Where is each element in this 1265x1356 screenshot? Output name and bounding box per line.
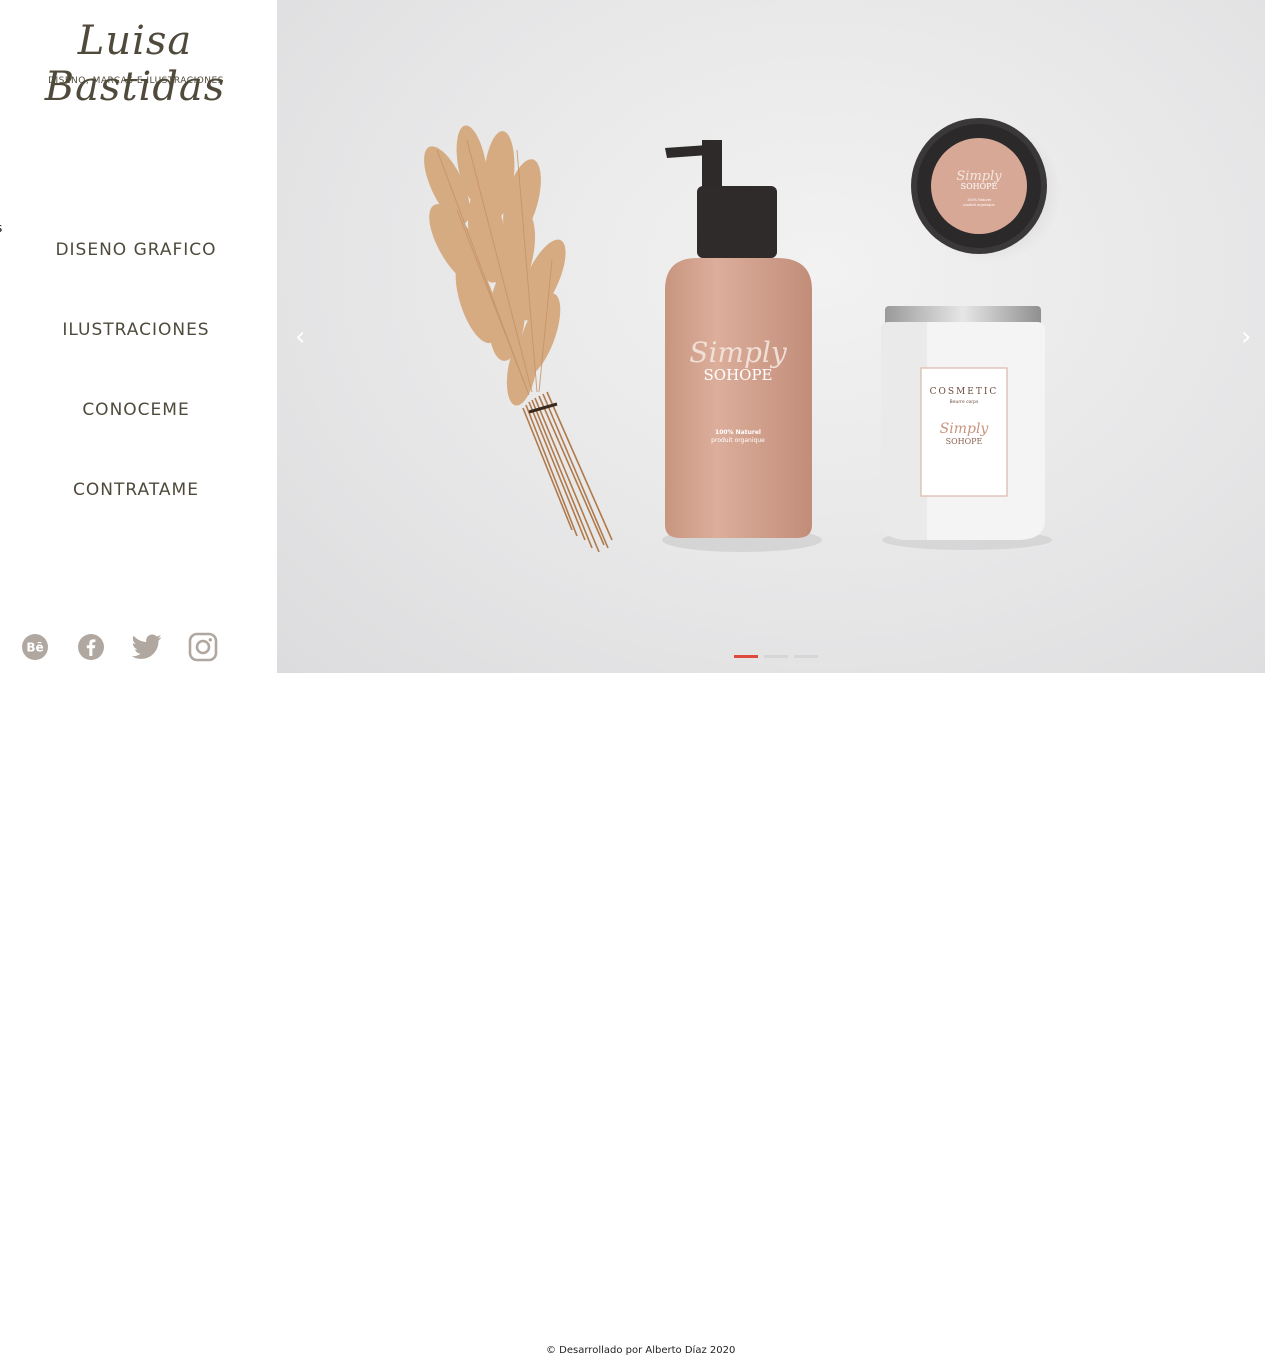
nav-conoceme[interactable]: CONOCEME bbox=[0, 400, 272, 420]
white-jar-brand-name: SOHOPE bbox=[946, 437, 983, 446]
nav-ilustraciones[interactable]: ILUSTRACIONES bbox=[0, 320, 272, 340]
twitter-icon bbox=[132, 634, 162, 659]
bottle-brand-name: SOHOPE bbox=[704, 366, 773, 384]
carousel-indicator-1[interactable] bbox=[734, 655, 758, 658]
behance-icon-text: Bē bbox=[26, 641, 43, 655]
behance-icon: Bē bbox=[22, 634, 48, 660]
carousel-indicator-2[interactable] bbox=[764, 655, 788, 658]
round-jar: Simply SOHOPE 100% Naturel produit organ… bbox=[911, 118, 1061, 264]
facebook-link[interactable] bbox=[76, 632, 106, 662]
carousel-indicator-3[interactable] bbox=[794, 655, 818, 658]
behance-link[interactable]: Bē bbox=[20, 632, 50, 662]
image-carousel[interactable]: Simply SOHOPE 100% Naturel produit organ… bbox=[277, 0, 1265, 673]
white-jar-brand-script: Simply bbox=[940, 421, 990, 437]
bottle-line2: produit organique bbox=[711, 437, 765, 444]
round-jar-line2: produit organique bbox=[963, 203, 994, 207]
instagram-icon bbox=[188, 632, 218, 662]
carousel-prev-button[interactable]: ‹ bbox=[295, 322, 305, 352]
white-jar: COSMETIC Beurre corps Simply SOHOPE bbox=[881, 306, 1052, 550]
brand-logo[interactable]: Luisa Bastidas bbox=[0, 18, 270, 110]
facebook-icon bbox=[78, 634, 104, 660]
carousel-next-button[interactable]: › bbox=[1241, 322, 1251, 352]
dried-wheat-bundle bbox=[424, 125, 613, 553]
twitter-link[interactable] bbox=[132, 632, 162, 662]
nav-contratame[interactable]: CONTRATAME bbox=[0, 480, 272, 500]
bottle-brand-script: Simply bbox=[689, 336, 788, 369]
round-jar-brand-name: SOHOPE bbox=[961, 182, 998, 191]
round-jar-line1: 100% Naturel bbox=[967, 198, 991, 202]
brand-tagline: DISENO, MARCAS E ILUSTRACIONES bbox=[48, 76, 224, 86]
product-photo: Simply SOHOPE 100% Naturel produit organ… bbox=[424, 118, 1061, 553]
clipped-text-fragment: s bbox=[0, 221, 2, 235]
white-jar-title: COSMETIC bbox=[930, 387, 999, 397]
bottle-line1: 100% Naturel bbox=[715, 429, 761, 436]
footer: © Desarrollado por Alberto Díaz 2020 bbox=[0, 673, 1265, 1356]
instagram-link[interactable] bbox=[188, 632, 218, 662]
pump-bottle: Simply SOHOPE 100% Naturel produit organ… bbox=[662, 140, 822, 552]
sidebar: Luisa Bastidas DISENO, MARCAS E ILUSTRAC… bbox=[0, 0, 277, 673]
footer-credit: © Desarrollado por Alberto Díaz 2020 bbox=[546, 1345, 736, 1356]
white-jar-subtitle: Beurre corps bbox=[950, 399, 979, 405]
nav-diseno-grafico[interactable]: DISENO GRAFICO bbox=[0, 240, 272, 260]
